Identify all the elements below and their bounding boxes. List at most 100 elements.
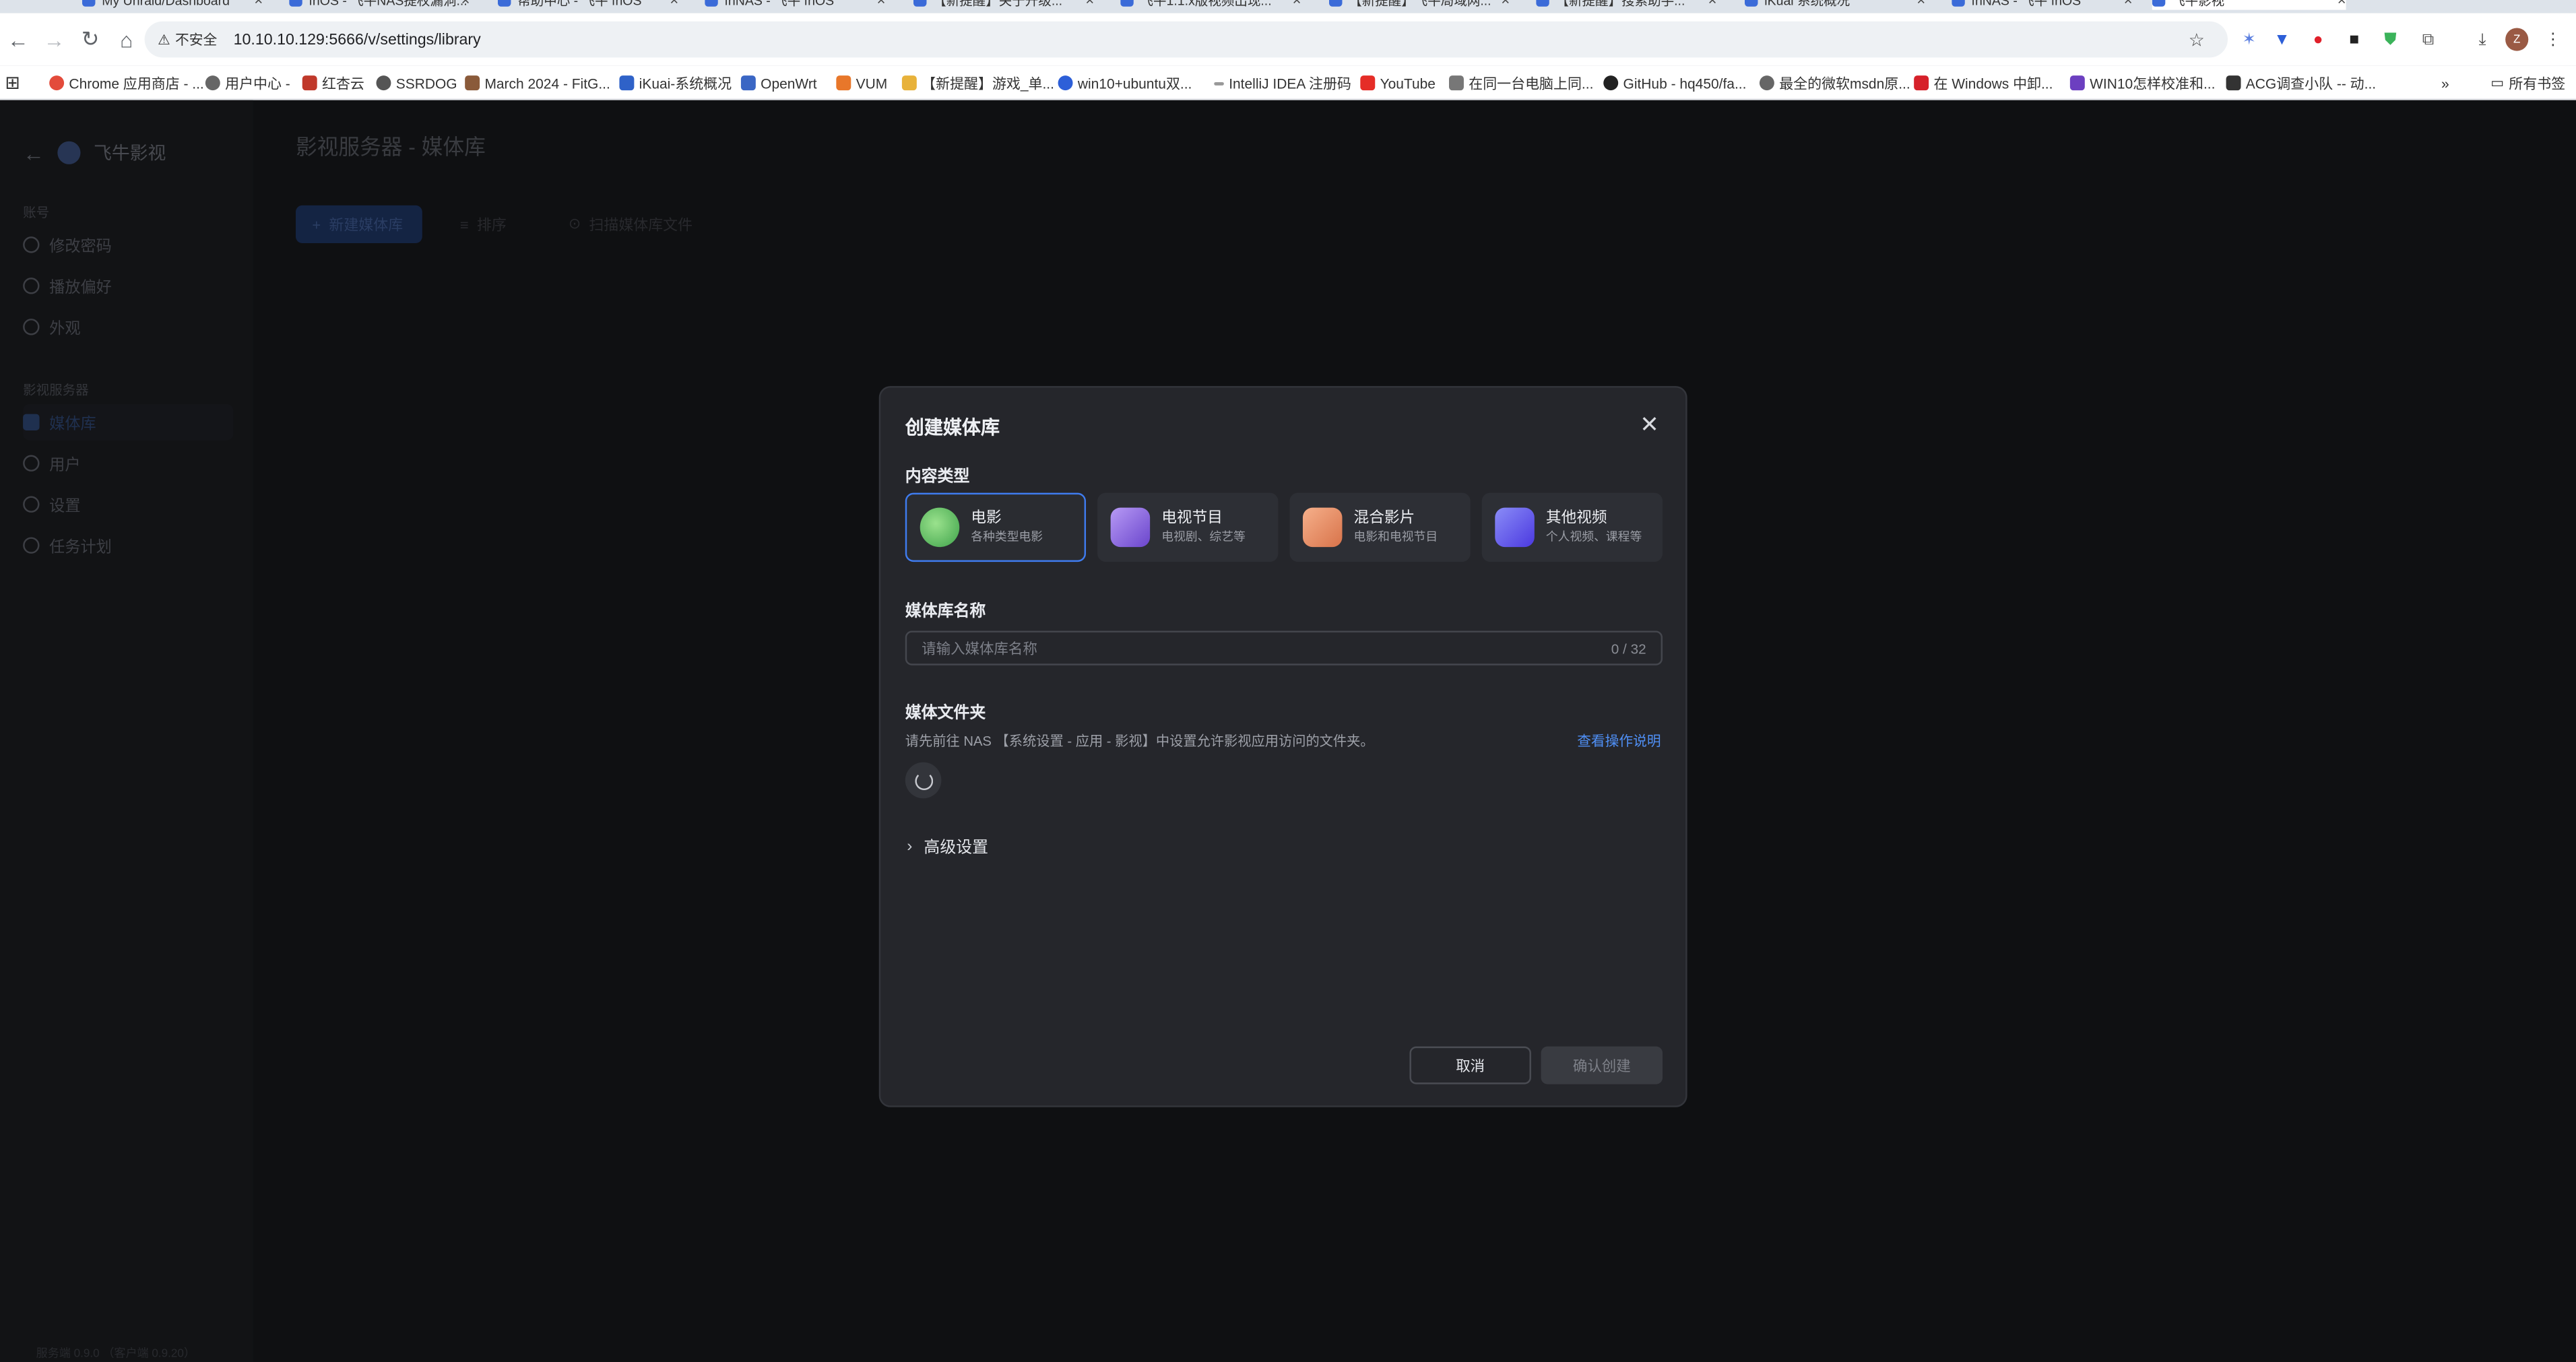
bookmark-favicon-icon bbox=[740, 75, 756, 91]
tab-close-icon[interactable]: × bbox=[877, 0, 886, 8]
bookmark-item[interactable]: 用户中心 - bbox=[205, 71, 290, 96]
bookmark-favicon-icon bbox=[836, 75, 851, 91]
more-bookmarks-icon[interactable]: » bbox=[2441, 71, 2449, 96]
advanced-settings-toggle[interactable]: › 高级设置 bbox=[907, 835, 988, 857]
bookmark-favicon-icon bbox=[376, 75, 391, 91]
video-camera-icon bbox=[1302, 507, 1343, 548]
browser-tab[interactable]: My Unraid/Dashboard × bbox=[82, 0, 263, 10]
tab-favicon-icon bbox=[1744, 0, 1758, 7]
bookmark-item[interactable]: ACG调查小队 -- 动... bbox=[2226, 71, 2376, 96]
bookmark-item[interactable]: 在同一台电脑上同... bbox=[1449, 71, 1593, 96]
extension-icon[interactable]: ▼ bbox=[2270, 28, 2293, 51]
browser-tab[interactable]: fnOS - 飞牛NAS提权漏洞... × bbox=[289, 0, 470, 10]
type-card-other[interactable]: 其他视频 个人视频、课程等 bbox=[1481, 492, 1663, 562]
url-text[interactable]: 10.10.10.129:5666/v/settings/library bbox=[234, 30, 481, 48]
browser-tab[interactable]: 【新提醒】飞牛局域网... × bbox=[1328, 0, 1510, 10]
tab-close-icon[interactable]: × bbox=[461, 0, 470, 8]
reload-icon[interactable]: ↻ bbox=[72, 22, 108, 58]
bookmark-favicon-icon bbox=[205, 75, 220, 91]
tab-close-icon[interactable]: × bbox=[2338, 0, 2346, 8]
browser-tab[interactable]: 帮助中心 - 飞牛 fnOS × bbox=[497, 0, 678, 10]
browser-tab[interactable]: fnNAS - 飞牛 fnOS × bbox=[1952, 0, 2133, 10]
browser-tab[interactable]: iKuai 系统概况 × bbox=[1744, 0, 1925, 10]
type-card-mixed[interactable]: 混合影片 电影和电视节目 bbox=[1289, 492, 1471, 562]
home-icon[interactable]: ⌂ bbox=[108, 22, 145, 58]
media-folder-label: 媒体文件夹 bbox=[905, 705, 986, 723]
library-name-field[interactable]: 0 / 32 bbox=[905, 630, 1663, 666]
bookmark-item[interactable]: YouTube bbox=[1360, 71, 1436, 96]
warning-icon: ⚠ bbox=[158, 30, 170, 47]
extension-icon[interactable]: ■ bbox=[2343, 28, 2366, 51]
bookmark-item[interactable]: March 2024 - FitG... bbox=[465, 71, 610, 96]
bookmark-item[interactable]: 红杏云 bbox=[302, 71, 364, 96]
bookmark-item[interactable]: 最全的微软msdn原... bbox=[1759, 71, 1910, 96]
bookmark-item[interactable]: iKuai-系统概况 bbox=[619, 71, 732, 96]
create-library-dialog: 创建媒体库 ✕ 内容类型 电影 各种类型电影 电视节目 电视剧、综艺等 混合影片 电影… bbox=[878, 386, 1687, 1107]
address-bar[interactable]: ⚠ 不安全 10.10.10.129:5666/v/settings/librar… bbox=[144, 21, 2228, 58]
bookmark-favicon-icon bbox=[2226, 75, 2241, 91]
extension-icon[interactable]: ● bbox=[2307, 28, 2329, 51]
bookmark-favicon-icon bbox=[1914, 75, 1929, 91]
dialog-title: 创建媒体库 bbox=[905, 418, 1000, 439]
tab-close-icon[interactable]: × bbox=[670, 0, 678, 8]
bookmark-favicon-icon bbox=[465, 75, 480, 91]
tab-close-icon[interactable]: × bbox=[254, 0, 263, 8]
folder-hint: 请先前往 NAS 【系统设置 - 应用 - 影视】中设置允许影视应用访问的文件夹… bbox=[905, 732, 1374, 750]
apps-grid-icon[interactable]: ⊞ bbox=[5, 71, 20, 96]
bookmark-item[interactable]: Chrome 应用商店 - ... bbox=[49, 71, 204, 96]
bookmark-item[interactable]: WIN10怎样校准和... bbox=[2069, 71, 2215, 96]
extension-icon[interactable]: ⛊ bbox=[2379, 28, 2402, 51]
bookmark-item[interactable]: IntelliJ IDEA 注册码 bbox=[1214, 71, 1351, 96]
browser-tab[interactable]: 【新提醒】关于升级... × bbox=[913, 0, 1094, 10]
not-secure-indicator[interactable]: ⚠ 不安全 bbox=[158, 30, 217, 49]
browser-tab-active[interactable]: 飞牛影视 × bbox=[2152, 0, 2346, 10]
extension-icon[interactable]: ⧉ bbox=[2416, 28, 2439, 51]
bookmark-favicon-icon bbox=[619, 75, 635, 91]
browser-tab[interactable]: 【新提醒】搜索助手... × bbox=[1536, 0, 1717, 10]
cancel-button[interactable]: 取消 bbox=[1409, 1046, 1531, 1084]
bookmark-item[interactable]: OpenWrt bbox=[740, 71, 817, 96]
bookmark-favicon-icon bbox=[1759, 75, 1774, 91]
chevron-right-icon: › bbox=[907, 837, 913, 855]
tab-close-icon[interactable]: × bbox=[1917, 0, 1925, 8]
browser-menu-icon[interactable]: ⋮ bbox=[2542, 28, 2565, 51]
tab-close-icon[interactable]: × bbox=[1085, 0, 1094, 8]
tv-icon bbox=[1110, 507, 1151, 548]
bookmark-favicon-icon bbox=[2069, 75, 2085, 91]
browser-tab[interactable]: fnNAS - 飞牛 fnOS × bbox=[705, 0, 886, 10]
tab-favicon-icon bbox=[2152, 0, 2166, 7]
type-card-movie[interactable]: 电影 各种类型电影 bbox=[905, 492, 1087, 562]
bookmark-favicon-icon bbox=[1214, 81, 1224, 85]
profile-avatar[interactable]: Z bbox=[2505, 28, 2529, 51]
tab-close-icon[interactable]: × bbox=[1501, 0, 1510, 8]
github-icon bbox=[1603, 75, 1619, 91]
download-icon[interactable]: ⤓ bbox=[2471, 28, 2494, 51]
help-link[interactable]: 查看操作说明 bbox=[1577, 731, 1661, 750]
type-card-tv[interactable]: 电视节目 电视剧、综艺等 bbox=[1097, 492, 1279, 562]
tab-favicon-icon bbox=[1536, 0, 1549, 7]
close-icon[interactable]: ✕ bbox=[1636, 410, 1663, 437]
bookmark-item[interactable]: win10+ubuntu双... bbox=[1058, 71, 1192, 96]
bookmarks-bar: ⊞ Chrome 应用商店 - ... 用户中心 - 红杏云 SSRDOG Ma… bbox=[0, 65, 2576, 100]
extension-icon[interactable]: ✶ bbox=[2238, 28, 2261, 51]
tab-favicon-icon bbox=[1120, 0, 1134, 7]
bookmark-favicon-icon bbox=[49, 75, 65, 91]
tab-favicon-icon bbox=[497, 0, 511, 7]
back-arrow-icon[interactable]: ← bbox=[0, 22, 36, 58]
all-bookmarks[interactable]: ▭ 所有书签 bbox=[2490, 71, 2565, 96]
tab-close-icon[interactable]: × bbox=[1293, 0, 1301, 8]
bookmark-item[interactable]: SSRDOG bbox=[376, 71, 457, 96]
browser-tab[interactable]: 飞牛1.1.x版视频出现... × bbox=[1120, 0, 1301, 10]
tab-close-icon[interactable]: × bbox=[2124, 0, 2133, 8]
browser-tabstrip: My Unraid/Dashboard × fnOS - 飞牛NAS提权漏洞...… bbox=[0, 0, 2576, 13]
bookmark-item[interactable]: 【新提醒】游戏_单... bbox=[901, 71, 1054, 96]
movie-icon bbox=[920, 507, 960, 548]
bookmark-item[interactable]: 在 Windows 中卸... bbox=[1914, 71, 2053, 96]
tab-close-icon[interactable]: × bbox=[1708, 0, 1717, 8]
confirm-create-button[interactable]: 确认创建 bbox=[1541, 1046, 1663, 1084]
library-name-input[interactable] bbox=[922, 639, 1611, 657]
bookmark-star-icon[interactable]: ☆ bbox=[2189, 29, 2205, 50]
bookmark-item[interactable]: GitHub - hq450/fa... bbox=[1603, 71, 1746, 96]
bookmark-item[interactable]: VUM bbox=[836, 71, 887, 96]
forward-arrow-icon[interactable]: → bbox=[36, 22, 73, 58]
